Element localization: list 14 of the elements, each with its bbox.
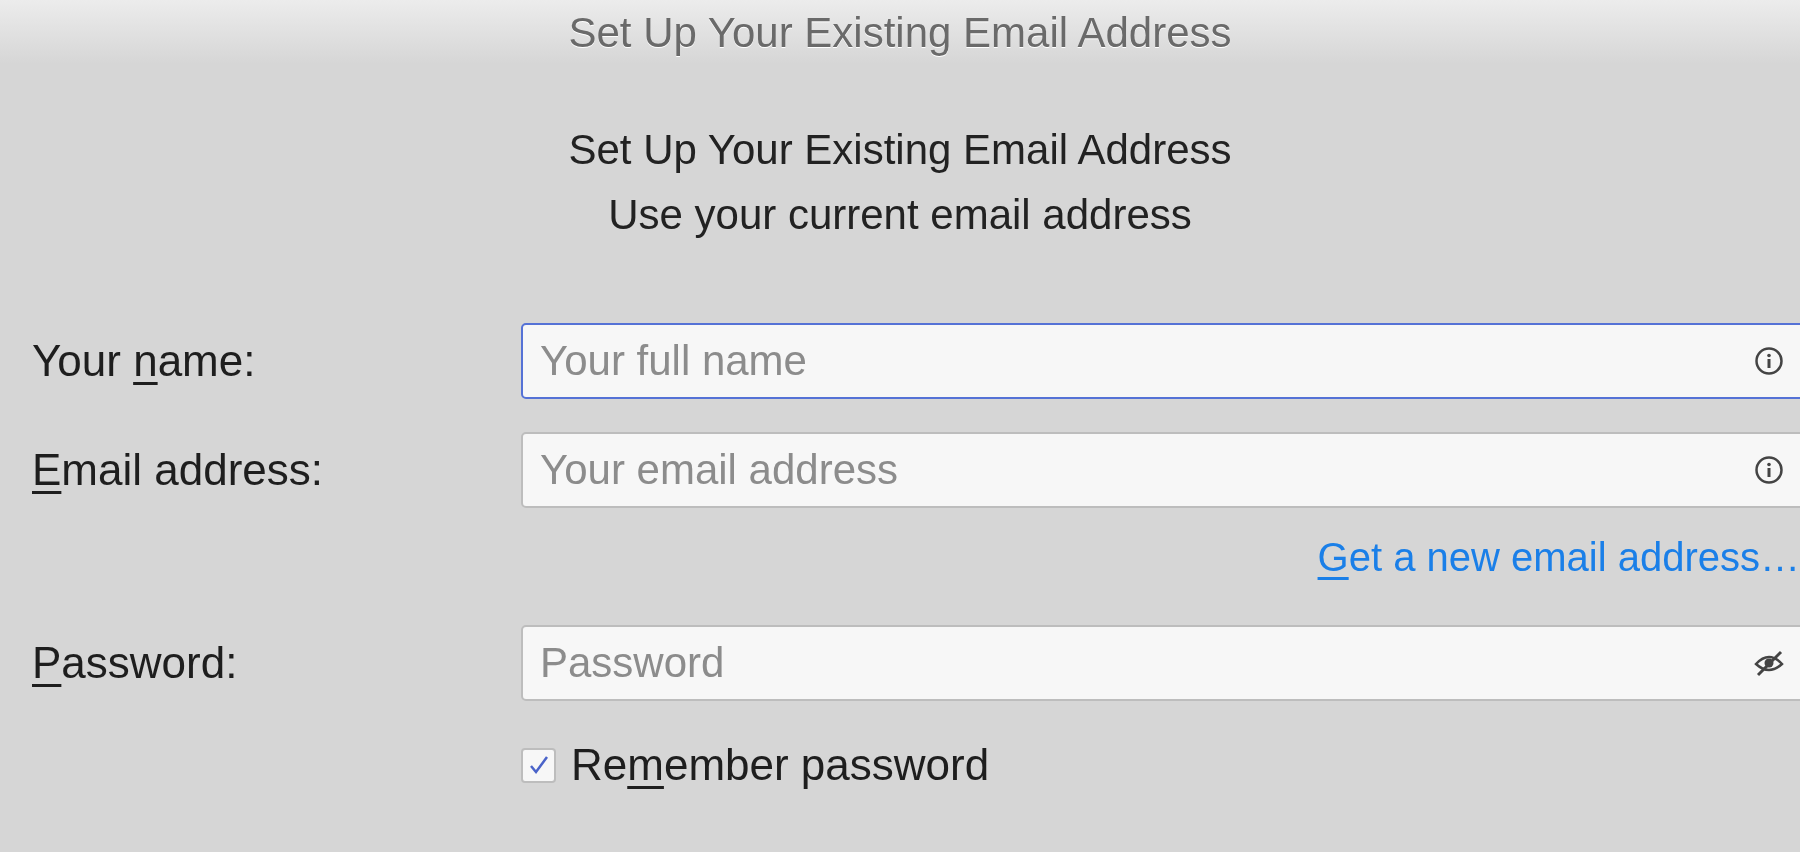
input-field[interactable]: Your full name	[521, 323, 1800, 399]
field-label: Your name:	[31, 335, 257, 387]
heading-title: Set Up Your Existing Email Address	[568, 125, 1232, 175]
checkbox[interactable]	[521, 747, 556, 783]
eye-slash-icon[interactable]	[1753, 648, 1785, 678]
input-field[interactable]: Password	[521, 625, 1800, 701]
heading-subtitle: Use your current email address	[608, 190, 1192, 240]
checkbox-label[interactable]: Remember password	[571, 732, 990, 798]
field-label: Password:	[31, 637, 239, 689]
info-icon[interactable]	[1754, 346, 1784, 376]
field-label: Email address:	[31, 444, 325, 496]
input-field[interactable]: Your email address	[521, 432, 1800, 508]
window-title: Set Up Your Existing Email Address	[568, 7, 1232, 58]
info-icon[interactable]	[1754, 455, 1784, 485]
